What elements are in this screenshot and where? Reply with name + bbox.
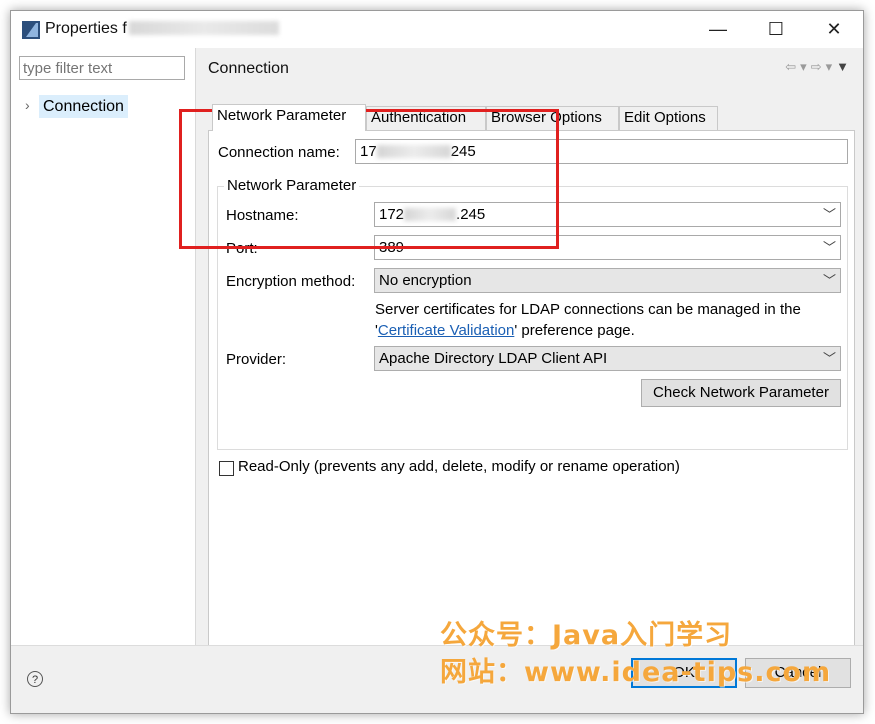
title-bar: Properties f — ☐ ✕ bbox=[11, 11, 863, 48]
certificate-validation-link[interactable]: Certificate Validation bbox=[378, 322, 514, 339]
certificate-info-text: Server certificates for LDAP connections… bbox=[375, 301, 801, 339]
group-title: Network Parameter bbox=[224, 177, 360, 194]
view-menu-icon[interactable]: ▼ bbox=[836, 59, 853, 74]
tab-panel-network-parameter: Connection name: 17 245 Network Parameter… bbox=[208, 130, 855, 647]
properties-dialog: Properties f — ☐ ✕ › Connection Connecti… bbox=[10, 10, 864, 714]
read-only-label[interactable]: Read-Only (prevents any add, delete, mod… bbox=[238, 458, 680, 475]
chevron-down-icon: ﹀ bbox=[822, 351, 836, 366]
app-icon bbox=[22, 21, 40, 39]
chevron-down-icon: ﹀ bbox=[822, 273, 836, 288]
tab-network-parameter[interactable]: Network Parameter bbox=[212, 104, 366, 131]
back-icon[interactable]: ⇦ bbox=[785, 59, 800, 74]
close-button[interactable]: ✕ bbox=[805, 11, 863, 48]
page-nav-icons: ⇦▾⇨▾▼ bbox=[785, 59, 853, 75]
read-only-checkbox[interactable] bbox=[219, 461, 234, 476]
connection-name-label: Connection name: bbox=[218, 144, 340, 161]
encryption-method-label: Encryption method: bbox=[226, 273, 356, 290]
forward-menu-icon[interactable]: ▾ bbox=[826, 59, 837, 74]
watermark-website: 网站：www.idea-tips.com bbox=[440, 657, 832, 688]
back-menu-icon[interactable]: ▾ bbox=[800, 59, 811, 74]
tab-edit-options[interactable]: Edit Options bbox=[619, 106, 718, 130]
content-pane: Connection ⇦▾⇨▾▼ Network Parameter Authe… bbox=[196, 48, 863, 647]
help-icon[interactable]: ? bbox=[27, 671, 43, 687]
tree-expand-icon[interactable]: › bbox=[25, 97, 30, 113]
check-network-parameter-button[interactable]: Check Network Parameter bbox=[641, 379, 841, 407]
provider-select[interactable]: Apache Directory LDAP Client API ﹀ bbox=[374, 346, 841, 371]
forward-icon[interactable]: ⇨ bbox=[811, 59, 826, 74]
encryption-method-select[interactable]: No encryption ﹀ bbox=[374, 268, 841, 293]
window-title: Properties f bbox=[45, 20, 279, 38]
filter-input[interactable] bbox=[19, 56, 185, 80]
tree-item-connection[interactable]: Connection bbox=[39, 95, 128, 118]
port-combo[interactable]: 389 ﹀ bbox=[374, 235, 841, 260]
provider-label: Provider: bbox=[226, 351, 287, 368]
tab-browser-options[interactable]: Browser Options bbox=[486, 106, 619, 130]
port-label: Port: bbox=[226, 240, 258, 257]
minimize-button[interactable]: — bbox=[689, 11, 747, 48]
hostname-combo[interactable]: 172.245 ﹀ bbox=[374, 202, 841, 227]
tab-authentication[interactable]: Authentication bbox=[366, 106, 486, 130]
watermark-wechat: 公众号：Java入门学习 bbox=[440, 620, 733, 651]
chevron-down-icon: ﹀ bbox=[822, 207, 836, 222]
maximize-button[interactable]: ☐ bbox=[747, 11, 805, 48]
hostname-label: Hostname: bbox=[226, 207, 299, 224]
chevron-down-icon: ﹀ bbox=[822, 240, 836, 255]
navigation-pane: › Connection bbox=[11, 48, 196, 646]
connection-name-input[interactable]: 17 245 bbox=[355, 139, 848, 164]
page-title: Connection bbox=[208, 60, 289, 77]
